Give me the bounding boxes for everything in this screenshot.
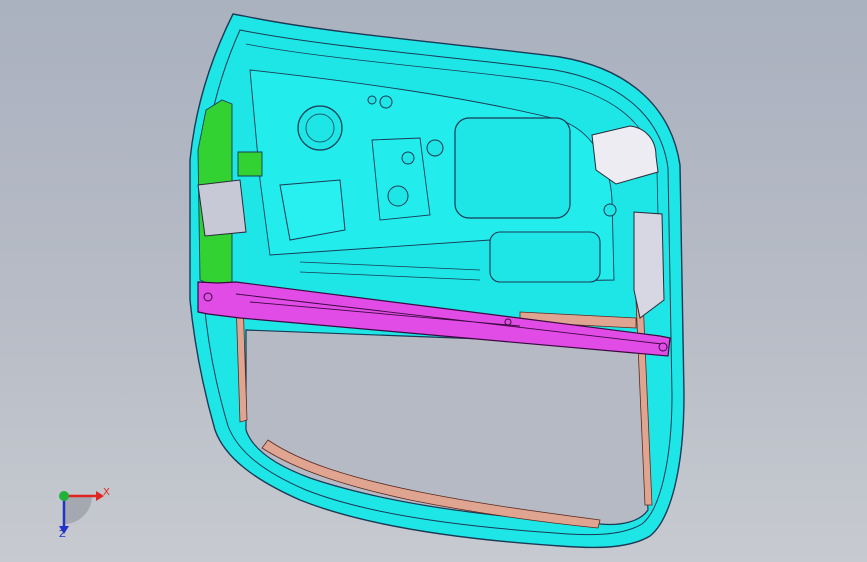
upper-hinge-bracket: [197, 179, 247, 237]
hinge-strip-2: [237, 151, 263, 177]
latch-plate: [633, 211, 665, 319]
upper-window-cutout: [454, 117, 571, 219]
graphics-viewport[interactable]: X Z: [0, 0, 867, 562]
lower-window-cutout: [489, 231, 601, 283]
access-hole-1: [387, 185, 409, 207]
crossbar-bolt-left: [203, 292, 213, 302]
inner-channel: [279, 179, 346, 241]
z-axis-label: Z: [59, 529, 66, 540]
crossbar-bolt-right: [658, 342, 668, 352]
crossbar-bolt-mid: [504, 318, 512, 326]
speaker-hole: [297, 105, 343, 151]
y-axis-dot: [59, 491, 69, 501]
access-hole-4: [367, 95, 377, 105]
access-hole-6: [426, 139, 444, 157]
x-axis-label: X: [103, 487, 110, 498]
access-hole-2: [401, 151, 415, 165]
door-assembly-model[interactable]: [0, 0, 867, 562]
access-hole-3: [379, 95, 393, 109]
triad-shadow-quadrant: [64, 496, 92, 524]
access-hole-5: [603, 203, 617, 217]
